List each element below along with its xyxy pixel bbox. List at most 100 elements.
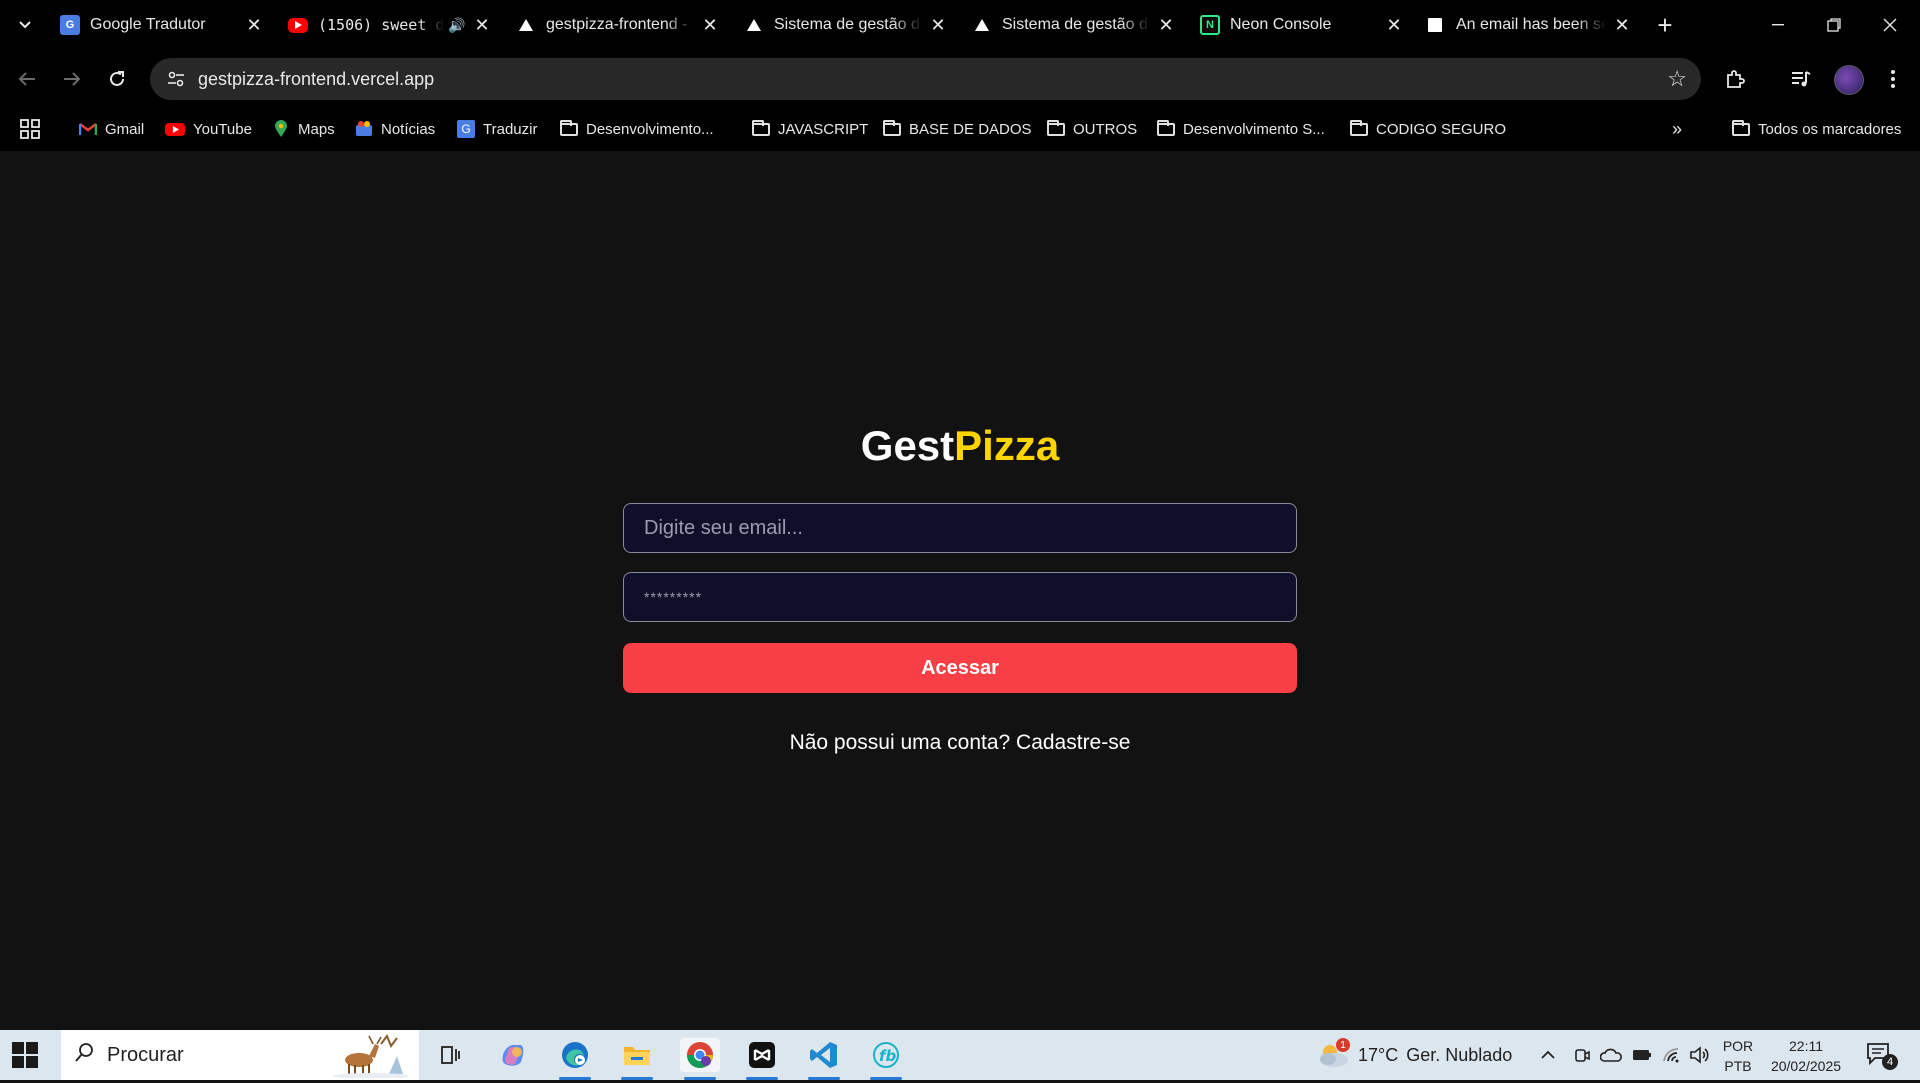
youtube-icon — [288, 17, 308, 33]
address-bar[interactable]: gestpizza-frontend.vercel.app ☆ — [150, 58, 1701, 100]
tab-title: Sistema de gestão de pizzaria — [1002, 16, 1150, 33]
system-clock[interactable]: 22:11 20/02/2025 — [1766, 1036, 1846, 1076]
bookmark-traduzir[interactable]: G Traduzir — [457, 116, 537, 142]
tab-youtube[interactable]: (1506) sweet dreams 🔊 ✕ — [276, 6, 504, 44]
tab-gestpizza-frontend[interactable]: gestpizza-frontend - Deployment ✕ — [504, 6, 732, 44]
close-icon[interactable]: ✕ — [1384, 15, 1404, 36]
signup-link[interactable]: Não possui uma conta? Cadastre-se — [0, 731, 1920, 755]
weather-widget[interactable]: 1 17°C Ger. Nublado — [1316, 1030, 1512, 1080]
apps-grid-icon[interactable] — [20, 116, 40, 142]
search-icon — [75, 1042, 95, 1068]
speaker-icon[interactable]: 🔊 — [448, 17, 466, 34]
folder-icon — [1732, 119, 1750, 137]
extensions-icon[interactable] — [1718, 62, 1752, 96]
vscode-icon[interactable] — [804, 1038, 844, 1080]
task-view-icon[interactable] — [430, 1038, 470, 1072]
tab-sistema-gestao-1[interactable]: Sistema de gestão de pizzaria ✕ — [732, 6, 960, 44]
bookmark-gmail[interactable]: Gmail — [79, 116, 144, 142]
folder-icon — [560, 119, 578, 137]
battery-icon[interactable] — [1632, 1030, 1652, 1080]
close-icon[interactable]: ✕ — [1156, 15, 1176, 36]
news-icon — [355, 121, 373, 137]
vercel-icon — [516, 15, 536, 35]
restore-button[interactable] — [1806, 0, 1862, 50]
start-button[interactable] — [12, 1042, 38, 1068]
folder-icon — [1047, 119, 1065, 137]
tab-email-sent[interactable]: An email has been sent ✕ — [1416, 6, 1644, 44]
tab-sistema-gestao-2[interactable]: Sistema de gestão de pizzaria ✕ — [960, 6, 1188, 44]
close-icon[interactable]: ✕ — [244, 15, 264, 36]
all-bookmarks-folder[interactable]: Todos os marcadores — [1732, 116, 1901, 142]
profile-avatar[interactable] — [1834, 65, 1864, 95]
weather-cloud-icon: 1 — [1316, 1038, 1350, 1070]
bookmark-label: YouTube — [193, 120, 252, 138]
bookmark-noticias[interactable]: Notícias — [355, 116, 435, 142]
bookmark-label: JAVASCRIPT — [778, 120, 869, 138]
bookmark-folder-base-de-dados[interactable]: BASE DE DADOS — [883, 116, 1032, 142]
weather-desc: Ger. Nublado — [1406, 1044, 1513, 1065]
bookmarks-overflow-chevron-icon[interactable]: » — [1672, 116, 1682, 142]
file-explorer-icon[interactable] — [617, 1038, 657, 1080]
url-text[interactable]: gestpizza-frontend.vercel.app — [198, 69, 434, 90]
minimize-button[interactable] — [1750, 0, 1806, 50]
password-input[interactable]: ********* — [623, 572, 1297, 622]
onedrive-icon[interactable] — [1600, 1030, 1622, 1080]
bookmark-label: Traduzir — [483, 120, 538, 138]
tab-neon-console[interactable]: N Neon Console ✕ — [1188, 6, 1416, 44]
site-info-icon[interactable] — [156, 71, 196, 87]
vercel-icon — [744, 15, 764, 35]
bookmark-label: OUTROS — [1073, 120, 1138, 138]
bookmark-folder-codigo-seguro[interactable]: CODIGO SEGURO — [1350, 116, 1506, 142]
submit-label: Acessar — [921, 656, 999, 679]
wifi-icon[interactable] — [1662, 1030, 1680, 1080]
bookmark-label: Maps — [298, 120, 335, 138]
bookmark-folder-outros[interactable]: OUTROS — [1047, 116, 1137, 142]
bookmark-folder-desenvolvimento-s[interactable]: Desenvolvimento S... — [1157, 116, 1325, 142]
email-input[interactable]: Digite seu email... — [623, 503, 1297, 553]
forward-button[interactable] — [55, 62, 89, 96]
bookmark-youtube[interactable]: YouTube — [165, 116, 252, 142]
login-submit-button[interactable]: Acessar — [623, 643, 1297, 693]
flowbite-icon[interactable]: fb — [866, 1038, 906, 1080]
notification-center-icon[interactable]: 4 — [1866, 1042, 1898, 1070]
page-icon — [1428, 18, 1442, 32]
tab-google-tradutor[interactable]: G Google Tradutor ✕ — [48, 6, 276, 44]
back-button[interactable] — [10, 62, 44, 96]
close-icon[interactable]: ✕ — [1612, 15, 1632, 36]
edge-icon[interactable] — [555, 1038, 595, 1080]
app-logo: GestPizza — [0, 422, 1920, 470]
new-tab-button[interactable]: + — [1650, 10, 1680, 40]
tab-title: Neon Console — [1230, 16, 1332, 33]
search-placeholder: Procurar — [107, 1043, 184, 1066]
show-hidden-icons-chevron-icon[interactable] — [1540, 1030, 1556, 1080]
chrome-icon[interactable] — [680, 1038, 720, 1080]
meet-now-icon[interactable] — [1574, 1030, 1590, 1080]
volume-icon[interactable] — [1690, 1030, 1710, 1080]
bookmark-star-icon[interactable]: ☆ — [1667, 66, 1687, 92]
close-window-button[interactable] — [1862, 0, 1918, 50]
media-controls-icon[interactable] — [1784, 62, 1818, 96]
more-menu-icon[interactable] — [1876, 62, 1910, 96]
capcut-icon[interactable] — [742, 1038, 782, 1080]
tab-title: gestpizza-frontend - Deployment — [546, 16, 694, 33]
close-icon[interactable]: ✕ — [472, 15, 492, 36]
copilot-icon[interactable] — [493, 1038, 533, 1072]
bookmark-folder-desenvolvimento[interactable]: Desenvolvimento... — [560, 116, 714, 142]
bookmark-label: Desenvolvimento S... — [1183, 120, 1325, 138]
gmail-icon — [79, 121, 97, 137]
bookmark-folder-javascript[interactable]: JAVASCRIPT — [752, 116, 868, 142]
taskbar-search[interactable]: Procurar — [61, 1030, 419, 1080]
folder-icon — [883, 119, 901, 137]
weather-temp: 17°C — [1358, 1044, 1399, 1065]
tab-title: (1506) sweet dreams — [318, 16, 444, 34]
tab-search-chevron-icon[interactable] — [10, 10, 40, 40]
folder-icon — [752, 119, 770, 137]
bookmark-label: Notícias — [381, 120, 436, 138]
close-icon[interactable]: ✕ — [700, 15, 720, 36]
google-translate-icon: G — [60, 15, 80, 35]
close-icon[interactable]: ✕ — [928, 15, 948, 36]
language-indicator[interactable]: POR PTB — [1722, 1036, 1754, 1076]
bookmark-maps[interactable]: Maps — [272, 116, 335, 142]
reload-button[interactable] — [100, 62, 134, 96]
neon-icon: N — [1200, 15, 1220, 35]
